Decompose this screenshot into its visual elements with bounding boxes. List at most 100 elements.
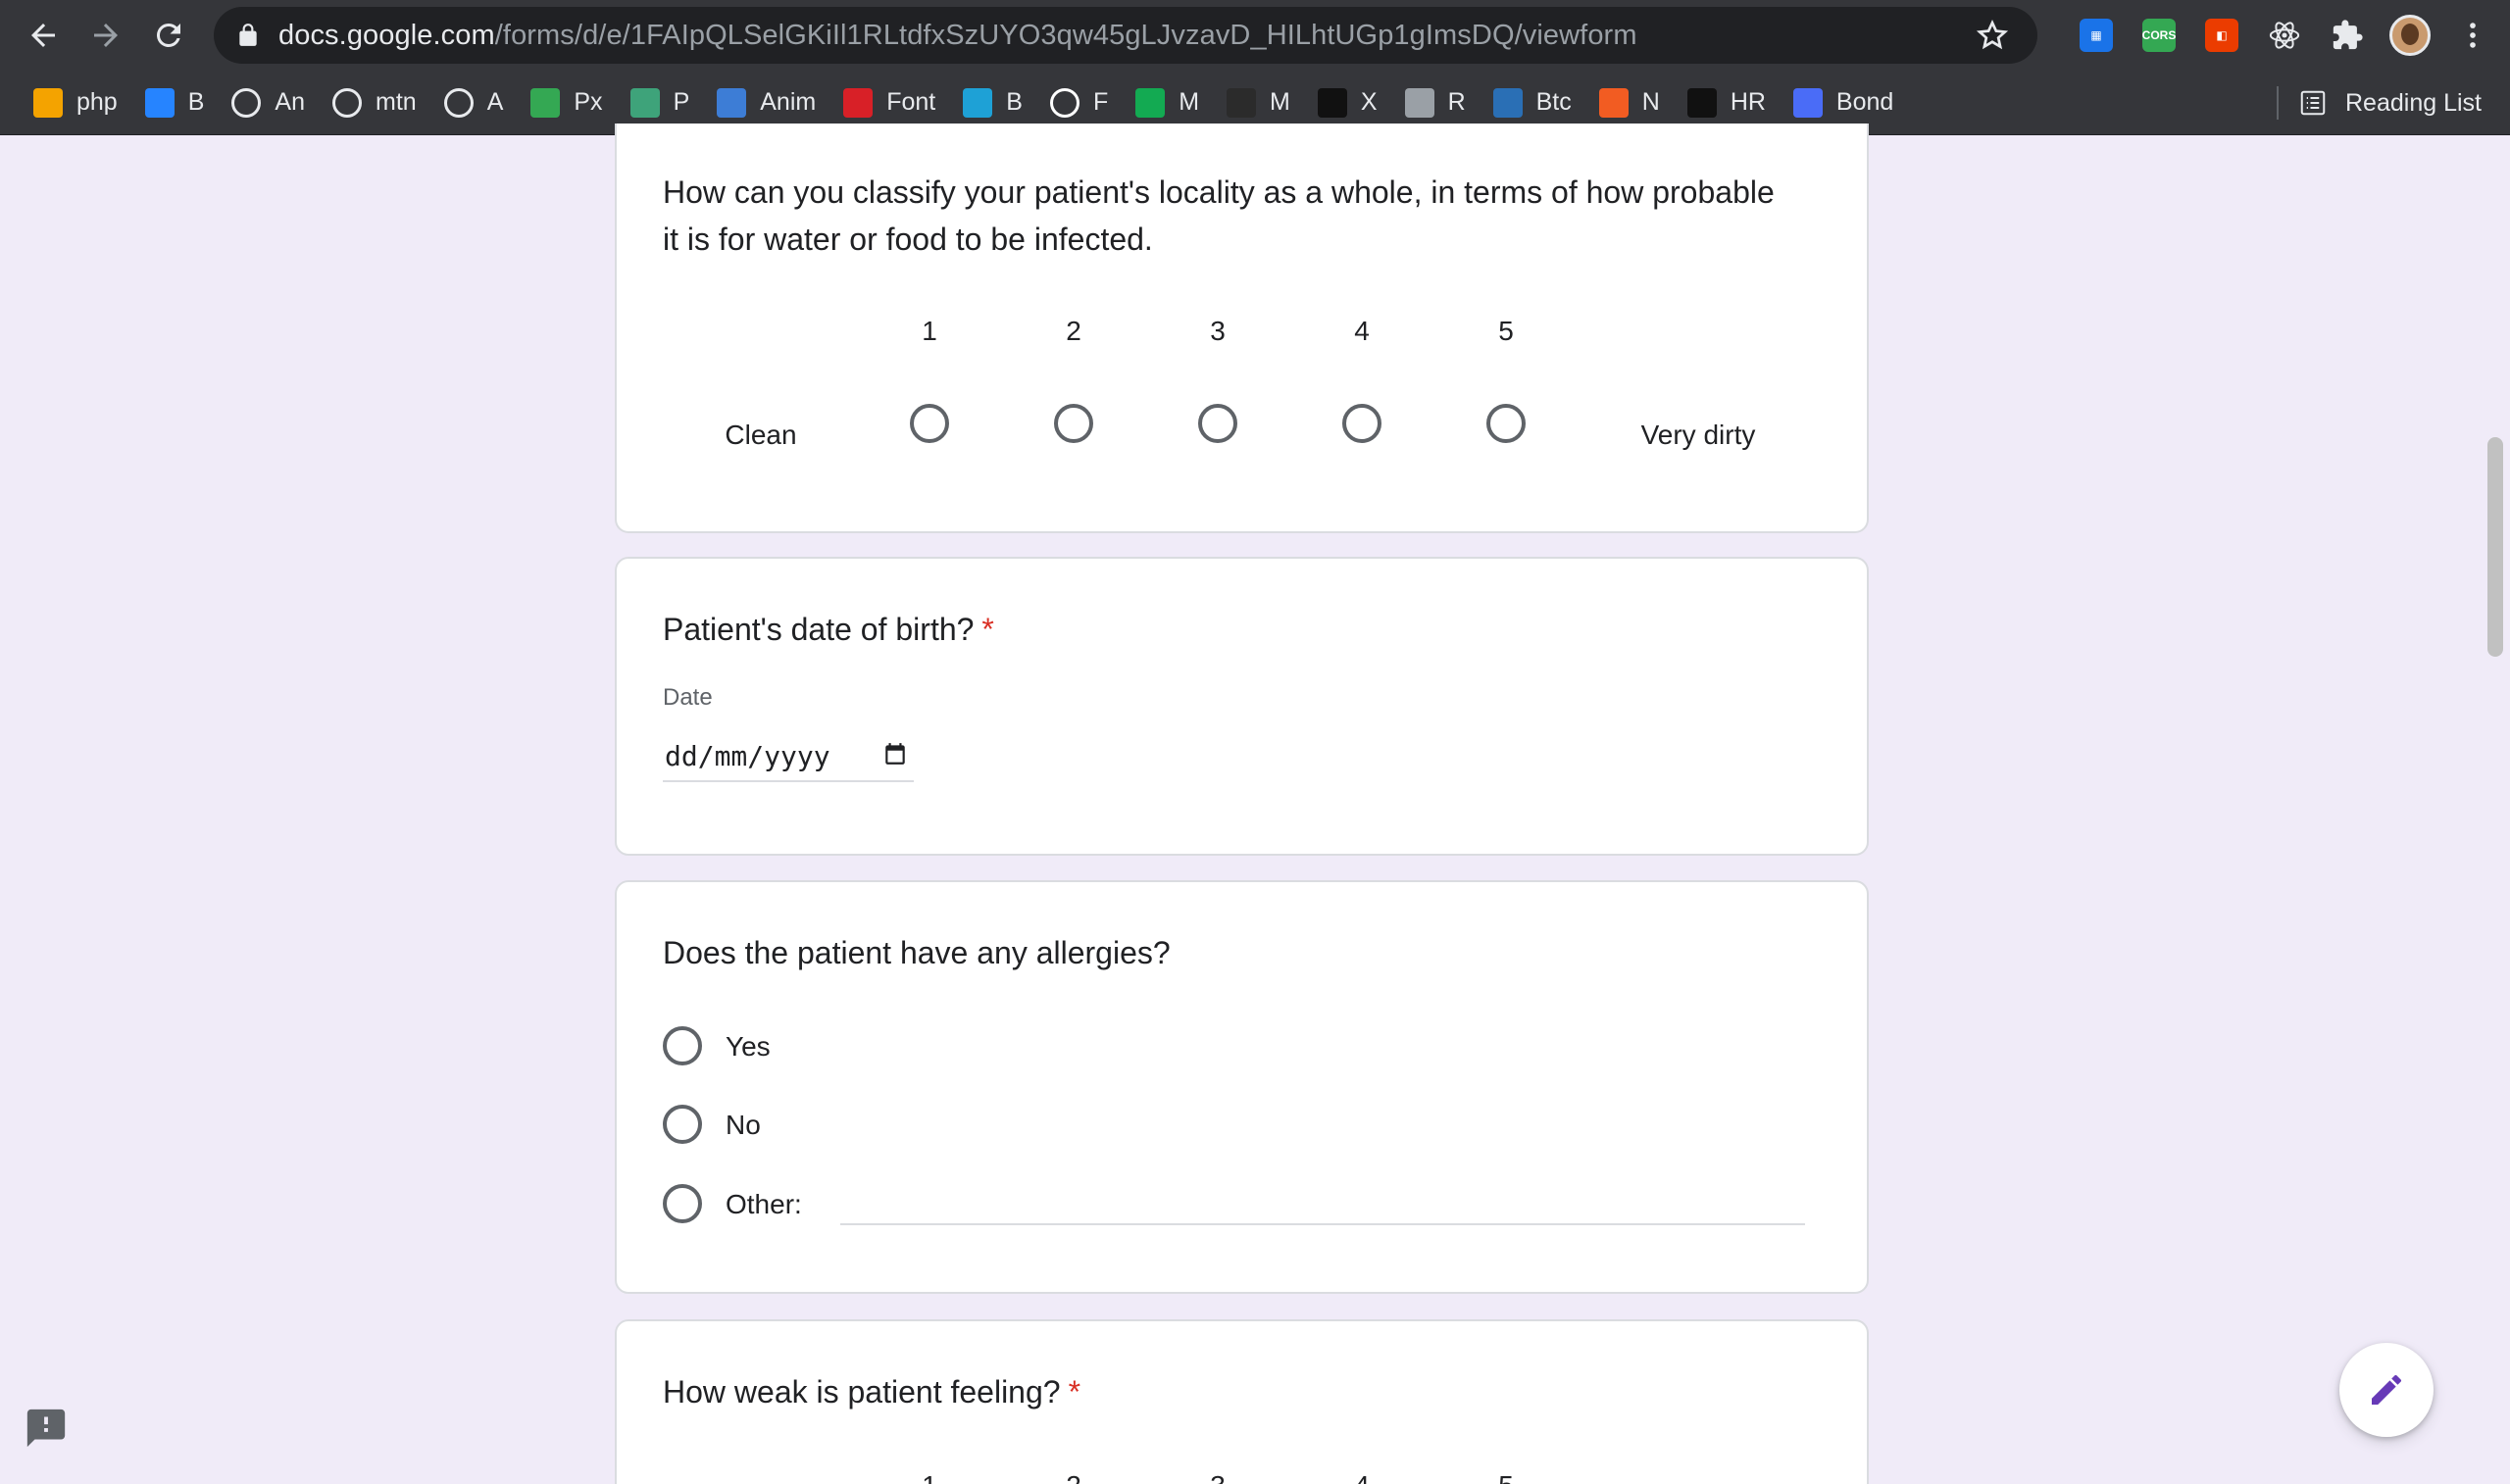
bookmark-label: mtn xyxy=(376,88,417,116)
question-title: Does the patient have any allergies? xyxy=(663,935,1171,970)
scale-number: 4 xyxy=(1354,316,1370,346)
scale-radio-5[interactable] xyxy=(1486,404,1526,443)
feedback-icon[interactable] xyxy=(24,1406,69,1451)
address-bar[interactable]: docs.google.com/forms/d/e/1FAIpQLSelGKiI… xyxy=(214,7,2037,64)
scale-radio-2[interactable] xyxy=(1054,404,1093,443)
globe-icon xyxy=(332,87,362,118)
bookmark-9[interactable]: B xyxy=(953,79,1032,126)
scale-radio-4[interactable] xyxy=(1342,404,1381,443)
extension-office[interactable]: ◧ xyxy=(2190,0,2253,71)
mongodb-icon xyxy=(1135,87,1166,118)
bookmark-4[interactable]: A xyxy=(434,79,514,126)
bookmark-13[interactable]: X xyxy=(1308,79,1387,126)
bookmark-12[interactable]: M xyxy=(1217,79,1300,126)
reading-list-button[interactable]: Reading List xyxy=(2298,71,2482,135)
bookmark-18[interactable]: Bond xyxy=(1783,79,1903,126)
question-card-weakness: How weak is patient feeling?* 1 2 3 4 5 xyxy=(615,1319,1869,1484)
n-icon xyxy=(1598,87,1629,118)
scrollbar-track[interactable] xyxy=(2483,135,2510,1484)
question-title-text: How weak is patient feeling? xyxy=(663,1374,1061,1410)
bd-icon xyxy=(963,87,993,118)
extension-react[interactable] xyxy=(2253,0,2316,71)
bookmark-7[interactable]: Anim xyxy=(707,79,826,126)
bookmark-10[interactable]: F xyxy=(1040,79,1118,126)
bookmark-label: M xyxy=(1179,88,1200,116)
scale-number: 5 xyxy=(1498,316,1514,346)
office-ext-icon: ◧ xyxy=(2205,19,2238,52)
forward-button[interactable] xyxy=(75,0,137,71)
bookmark-label: F xyxy=(1092,88,1109,116)
bookmark-label: HR xyxy=(1730,88,1766,116)
cors-ext-icon: CORS xyxy=(2142,19,2176,52)
scrollbar-thumb[interactable] xyxy=(2487,437,2503,657)
arrow-left-icon xyxy=(31,24,55,47)
required-asterisk: * xyxy=(1068,1374,1081,1410)
bookmark-label: N xyxy=(1641,88,1660,116)
bookmark-3[interactable]: mtn xyxy=(323,79,427,126)
bookmark-label: R xyxy=(1447,88,1466,116)
globe-icon xyxy=(231,87,262,118)
option-label-no: No xyxy=(726,1110,761,1140)
bookmark-15[interactable]: Btc xyxy=(1483,79,1581,126)
x-icon xyxy=(1317,87,1347,118)
bookmark-label: Bond xyxy=(1835,88,1894,116)
bookmark-16[interactable]: N xyxy=(1589,79,1670,126)
btc-icon xyxy=(1492,87,1523,118)
radio-no[interactable] xyxy=(663,1105,702,1144)
profile-button[interactable] xyxy=(2379,0,2441,71)
bookmark-star-icon[interactable] xyxy=(1975,18,2010,53)
extension-cors[interactable]: CORS xyxy=(2128,0,2190,71)
pencil-icon xyxy=(2372,1374,2402,1405)
date-field-label: Date xyxy=(663,684,713,711)
scale-number: 4 xyxy=(1342,1470,1381,1484)
url-text: docs.google.com/forms/d/e/1FAIpQLSelGKiI… xyxy=(278,19,1637,51)
date-input[interactable]: dd/mm/yyyy xyxy=(663,731,914,782)
edit-button[interactable] xyxy=(2339,1343,2434,1437)
other-text-input[interactable] xyxy=(840,1223,1805,1225)
avatar xyxy=(2389,15,2431,56)
bookmark-label: M xyxy=(1270,88,1290,116)
bookmark-2[interactable]: An xyxy=(222,79,315,126)
radio-other[interactable] xyxy=(663,1184,702,1223)
bookmark-6[interactable]: P xyxy=(621,79,700,126)
scale-radio-3[interactable] xyxy=(1198,404,1237,443)
extensions-button[interactable] xyxy=(2316,0,2379,71)
extension-sheets[interactable]: ▦ xyxy=(2065,0,2128,71)
calendar-icon[interactable] xyxy=(882,741,908,767)
bookmark-17[interactable]: HR xyxy=(1678,79,1776,126)
bookmark-1[interactable]: B xyxy=(135,79,215,126)
more-vert-icon xyxy=(2470,23,2476,48)
github-icon xyxy=(443,87,474,118)
bookmark-5[interactable]: Px xyxy=(521,79,612,126)
date-placeholder: dd/mm/yyyy xyxy=(665,739,830,772)
anim-icon xyxy=(717,87,747,118)
bookmark-label: Btc xyxy=(1535,88,1572,116)
question-title: How can you classify your patient's loca… xyxy=(663,169,1775,263)
reload-icon xyxy=(156,23,180,47)
scale-radio-1[interactable] xyxy=(910,404,949,443)
bookmark-8[interactable]: Font xyxy=(833,79,945,126)
react-icon xyxy=(2269,22,2300,49)
question-card-allergies: Does the patient have any allergies? Yes… xyxy=(615,880,1869,1294)
back-button[interactable] xyxy=(12,0,75,71)
reload-button[interactable] xyxy=(137,0,200,71)
scale-number: 1 xyxy=(910,1470,949,1484)
bookmark-label: An xyxy=(275,88,305,116)
question-card-dob: Patient's date of birth? * Date dd/mm/yyy… xyxy=(615,557,1869,856)
bookmark-label: X xyxy=(1360,88,1378,116)
menu-button[interactable] xyxy=(2441,0,2504,71)
bookmark-label: Font xyxy=(886,88,936,116)
scale-number: 3 xyxy=(1198,1470,1237,1484)
arrow-right-icon xyxy=(94,24,118,47)
bookmarks-separator xyxy=(2277,86,2279,120)
bookmark-14[interactable]: R xyxy=(1395,79,1476,126)
bookmark-0[interactable]: php xyxy=(24,79,127,126)
radio-yes[interactable] xyxy=(663,1026,702,1065)
extensions-area: ▦ CORS ◧ xyxy=(2065,0,2504,71)
bookmark-11[interactable]: M xyxy=(1126,79,1209,126)
m-icon xyxy=(1227,87,1257,118)
reading-list-icon xyxy=(2300,90,2326,116)
font-icon xyxy=(843,87,874,118)
question-title: How weak is patient feeling? * xyxy=(663,1368,1080,1415)
scale-number: 1 xyxy=(922,316,937,346)
